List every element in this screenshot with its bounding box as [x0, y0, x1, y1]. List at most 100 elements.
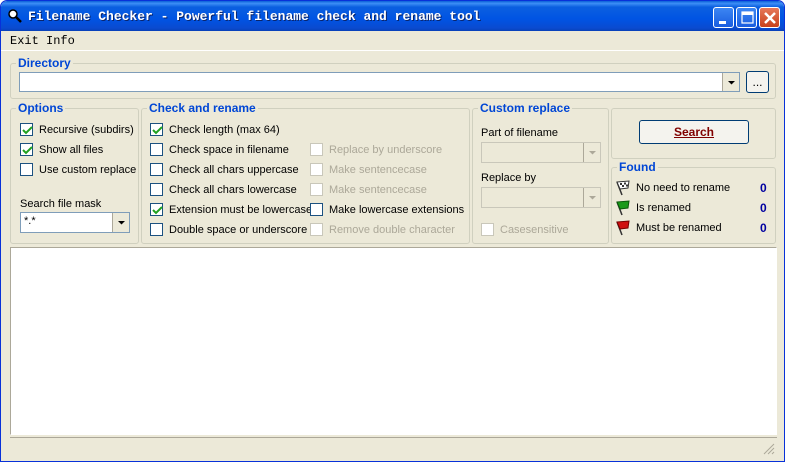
remove-double-character-label: Remove double character [329, 223, 455, 236]
check-length-checkbox[interactable]: Check length (max 64) [150, 123, 280, 136]
make-sentencecase-checkbox-1: Make sentencecase [310, 163, 427, 176]
chevron-down-icon [728, 81, 735, 85]
use-custom-replace-checkbox[interactable]: Use custom replace [20, 163, 136, 176]
checkbox-box[interactable] [150, 123, 163, 136]
maximize-icon [741, 11, 754, 24]
make-lowercase-extensions-checkbox[interactable]: Make lowercase extensions [310, 203, 464, 216]
must-be-renamed-label: Must be renamed [636, 222, 722, 234]
checkbox-box [310, 143, 323, 156]
red-flag-icon [616, 220, 630, 236]
check-uppercase-label: Check all chars uppercase [169, 163, 299, 176]
make-sentencecase-label-2: Make sentencecase [329, 183, 427, 196]
recursive-checkbox[interactable]: Recursive (subdirs) [20, 123, 134, 136]
status-bar [10, 437, 777, 457]
check-space-checkbox[interactable]: Check space in filename [150, 143, 289, 156]
no-need-to-rename-label: No need to rename [636, 182, 731, 194]
check-space-label: Check space in filename [169, 143, 289, 156]
check-length-label: Check length (max 64) [169, 123, 280, 136]
magnifier-app-icon [8, 9, 22, 23]
title-bar[interactable]: Filename Checker - Powerful filename che… [1, 1, 784, 31]
checkbox-box[interactable] [20, 143, 33, 156]
checkmark-icon [152, 126, 163, 135]
found-title: Found [617, 160, 658, 174]
green-flag-icon [616, 200, 630, 216]
checkbox-box[interactable] [150, 143, 163, 156]
close-button[interactable] [759, 7, 780, 28]
check-uppercase-checkbox[interactable]: Check all chars uppercase [150, 163, 299, 176]
checkbox-box[interactable] [20, 163, 33, 176]
show-all-files-label: Show all files [39, 143, 104, 156]
remove-double-character-checkbox: Remove double character [310, 223, 455, 236]
file-mask-value: *.* [24, 215, 36, 227]
checkbox-box [310, 183, 323, 196]
replace-dropdown-button [583, 188, 600, 207]
is-renamed-label: Is renamed [636, 202, 692, 214]
directory-dropdown-button[interactable] [722, 73, 739, 91]
menu-bar: Exit Info [1, 31, 784, 51]
search-file-mask-label: Search file mask [20, 198, 102, 210]
checkbox-box[interactable] [150, 163, 163, 176]
make-sentencecase-checkbox-2: Make sentencecase [310, 183, 427, 196]
chevron-down-icon [589, 196, 596, 200]
extension-lowercase-label: Extension must be lowercase [169, 203, 313, 216]
checkmark-icon [22, 126, 33, 135]
results-list[interactable] [10, 247, 777, 435]
main-window: Filename Checker - Powerful filename che… [0, 0, 785, 462]
menu-info[interactable]: Info [46, 34, 75, 48]
double-space-label: Double space or underscore [169, 223, 308, 236]
menu-exit[interactable]: Exit [10, 34, 39, 48]
chevron-down-icon [589, 151, 596, 155]
checkbox-box[interactable] [150, 203, 163, 216]
checkmark-icon [152, 206, 163, 215]
search-button[interactable]: Search [639, 120, 749, 144]
show-all-files-checkbox[interactable]: Show all files [20, 143, 103, 156]
check-rename-title: Check and rename [147, 101, 258, 115]
check-lowercase-label: Check all chars lowercase [169, 183, 297, 196]
casesensitive-checkbox: Casesensitive [481, 223, 568, 236]
checkmark-icon [22, 146, 33, 155]
checkbox-box [481, 223, 494, 236]
checkbox-box [310, 223, 323, 236]
replace-by-combo [481, 187, 601, 208]
checkbox-box[interactable] [150, 223, 163, 236]
minimize-button[interactable] [713, 7, 734, 28]
checkbox-box [310, 163, 323, 176]
checkbox-box[interactable] [150, 183, 163, 196]
make-lowercase-extensions-label: Make lowercase extensions [329, 203, 465, 216]
chevron-down-icon [118, 221, 125, 225]
found-row-renamed: Is renamed [615, 200, 691, 216]
extension-lowercase-checkbox[interactable]: Extension must be lowercase [150, 203, 312, 216]
casesensitive-label: Casesensitive [500, 223, 569, 236]
found-row-no-need: No need to rename [615, 180, 730, 196]
white-flag-icon [616, 180, 630, 196]
make-sentencecase-label-1: Make sentencecase [329, 163, 427, 176]
maximize-button[interactable] [736, 7, 757, 28]
part-of-filename-combo [481, 142, 601, 163]
is-renamed-count: 0 [760, 201, 767, 215]
part-dropdown-button [583, 143, 600, 162]
no-need-to-rename-count: 0 [760, 181, 767, 195]
must-be-renamed-count: 0 [760, 221, 767, 235]
check-lowercase-checkbox[interactable]: Check all chars lowercase [150, 183, 297, 196]
minimize-icon [719, 21, 726, 24]
replace-by-label: Replace by [481, 172, 537, 184]
custom-replace-title: Custom replace [478, 101, 573, 115]
found-row-must-rename: Must be renamed [615, 220, 722, 236]
directory-title: Directory [16, 56, 73, 70]
replace-underscore-checkbox: Replace by underscore [310, 143, 442, 156]
checkbox-box[interactable] [310, 203, 323, 216]
resize-grip-icon[interactable] [763, 443, 775, 455]
checkbox-box[interactable] [20, 123, 33, 136]
window-title: Filename Checker - Powerful filename che… [28, 9, 481, 24]
file-mask-dropdown-button[interactable] [112, 213, 129, 232]
replace-underscore-label: Replace by underscore [329, 143, 443, 156]
part-of-filename-label: Part of filename [481, 127, 559, 139]
file-mask-combo[interactable]: *.* [20, 212, 130, 233]
options-title: Options [16, 101, 66, 115]
close-icon [764, 12, 776, 24]
double-space-checkbox[interactable]: Double space or underscore [150, 223, 307, 236]
browse-button[interactable]: ... [746, 71, 769, 93]
use-custom-replace-label: Use custom replace [39, 163, 137, 176]
directory-combo[interactable] [19, 72, 740, 92]
recursive-label: Recursive (subdirs) [39, 123, 134, 136]
